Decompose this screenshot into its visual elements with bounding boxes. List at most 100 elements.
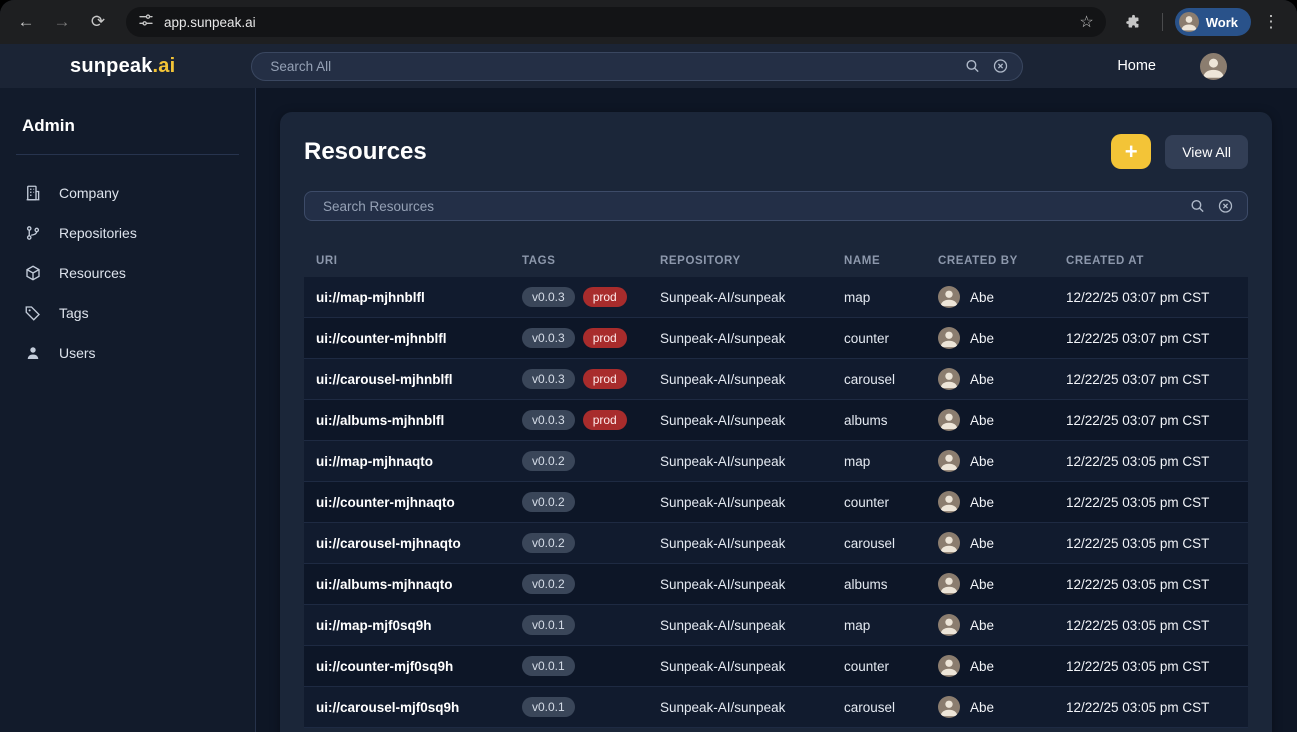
building-icon xyxy=(24,184,42,202)
resource-name: counter xyxy=(844,331,938,346)
bookmark-star-icon[interactable]: ☆ xyxy=(1079,12,1093,32)
reload-icon[interactable]: ⟳ xyxy=(82,6,114,38)
resource-uri[interactable]: ui://carousel-mjf0sq9h xyxy=(316,700,522,715)
column-header-created-at: CREATED AT xyxy=(1066,255,1236,267)
resource-tags: v0.0.2 xyxy=(522,574,660,594)
resource-uri[interactable]: ui://map-mjhnblfl xyxy=(316,290,522,305)
created-by-name: Abe xyxy=(970,372,994,387)
created-by-name: Abe xyxy=(970,413,994,428)
resource-created-at: 12/22/25 03:07 pm CST xyxy=(1066,290,1236,305)
version-badge: v0.0.3 xyxy=(522,287,575,307)
avatar xyxy=(938,655,960,677)
browser-toolbar: ← → ⟳ app.sunpeak.ai ☆ Work xyxy=(0,0,1297,44)
resource-repository: Sunpeak-AI/sunpeak xyxy=(660,700,844,715)
resource-uri[interactable]: ui://carousel-mjhnaqto xyxy=(316,536,522,551)
home-link[interactable]: Home xyxy=(1117,58,1156,74)
table-header: URI TAGS REPOSITORY NAME CREATED BY CREA… xyxy=(304,245,1248,277)
table-row[interactable]: ui://counter-mjhnblfl v0.0.3prod Sunpeak… xyxy=(304,318,1248,359)
avatar xyxy=(938,532,960,554)
resource-created-by: Abe xyxy=(938,573,1066,595)
resource-repository: Sunpeak-AI/sunpeak xyxy=(660,331,844,346)
resource-tags: v0.0.3prod xyxy=(522,369,660,389)
resource-uri[interactable]: ui://albums-mjhnaqto xyxy=(316,577,522,592)
resource-created-by: Abe xyxy=(938,327,1066,349)
version-badge: v0.0.3 xyxy=(522,369,575,389)
prod-badge: prod xyxy=(583,328,627,348)
back-icon[interactable]: ← xyxy=(10,6,42,38)
table-row[interactable]: ui://counter-mjf0sq9h v0.0.1 Sunpeak-AI/… xyxy=(304,646,1248,687)
resource-created-at: 12/22/25 03:05 pm CST xyxy=(1066,454,1236,469)
extensions-icon[interactable] xyxy=(1118,6,1150,38)
version-badge: v0.0.1 xyxy=(522,656,575,676)
profile-chip[interactable]: Work xyxy=(1175,8,1251,36)
sidebar-item-repositories[interactable]: Repositories xyxy=(0,213,255,253)
created-by-name: Abe xyxy=(970,618,994,633)
sidebar-item-resources[interactable]: Resources xyxy=(0,253,255,293)
url-text[interactable]: app.sunpeak.ai xyxy=(164,15,1069,30)
column-header-created-by: CREATED BY xyxy=(938,255,1066,267)
resource-name: albums xyxy=(844,413,938,428)
resource-created-at: 12/22/25 03:05 pm CST xyxy=(1066,659,1236,674)
resource-created-at: 12/22/25 03:07 pm CST xyxy=(1066,413,1236,428)
sidebar-item-tags[interactable]: Tags xyxy=(0,293,255,333)
column-header-uri: URI xyxy=(316,255,522,267)
logo[interactable]: sunpeak.ai xyxy=(70,55,175,78)
view-all-button[interactable]: View All xyxy=(1165,135,1248,169)
resource-name: carousel xyxy=(844,372,938,387)
url-bar[interactable]: app.sunpeak.ai ☆ xyxy=(126,7,1106,37)
prod-badge: prod xyxy=(583,410,627,430)
resources-table: URI TAGS REPOSITORY NAME CREATED BY CREA… xyxy=(304,245,1248,728)
logo-accent: .ai xyxy=(153,55,176,77)
created-by-name: Abe xyxy=(970,659,994,674)
clear-search-icon[interactable] xyxy=(1217,198,1234,215)
forward-icon[interactable]: → xyxy=(46,6,78,38)
resource-uri[interactable]: ui://counter-mjhnblfl xyxy=(316,331,522,346)
version-badge: v0.0.3 xyxy=(522,410,575,430)
table-row[interactable]: ui://albums-mjhnblfl v0.0.3prod Sunpeak-… xyxy=(304,400,1248,441)
resource-created-at: 12/22/25 03:05 pm CST xyxy=(1066,495,1236,510)
sidebar-item-company[interactable]: Company xyxy=(0,173,255,213)
resource-name: albums xyxy=(844,577,938,592)
avatar xyxy=(938,696,960,718)
table-row[interactable]: ui://counter-mjhnaqto v0.0.2 Sunpeak-AI/… xyxy=(304,482,1248,523)
search-icon[interactable] xyxy=(1189,198,1206,215)
resource-tags: v0.0.2 xyxy=(522,492,660,512)
version-badge: v0.0.2 xyxy=(522,533,575,553)
resource-created-by: Abe xyxy=(938,655,1066,677)
site-settings-icon[interactable] xyxy=(138,12,154,33)
table-row[interactable]: ui://albums-mjhnaqto v0.0.2 Sunpeak-AI/s… xyxy=(304,564,1248,605)
profile-label: Work xyxy=(1206,15,1238,30)
resource-uri[interactable]: ui://counter-mjhnaqto xyxy=(316,495,522,510)
resources-search-input[interactable] xyxy=(304,191,1248,221)
resource-created-by: Abe xyxy=(938,368,1066,390)
resource-uri[interactable]: ui://map-mjf0sq9h xyxy=(316,618,522,633)
global-search-input[interactable] xyxy=(251,52,1023,81)
table-row[interactable]: ui://carousel-mjhnaqto v0.0.2 Sunpeak-AI… xyxy=(304,523,1248,564)
table-row[interactable]: ui://map-mjhnaqto v0.0.2 Sunpeak-AI/sunp… xyxy=(304,441,1248,482)
resource-tags: v0.0.1 xyxy=(522,656,660,676)
created-by-name: Abe xyxy=(970,536,994,551)
prod-badge: prod xyxy=(583,287,627,307)
table-row[interactable]: ui://map-mjhnblfl v0.0.3prod Sunpeak-AI/… xyxy=(304,277,1248,318)
table-row[interactable]: ui://map-mjf0sq9h v0.0.1 Sunpeak-AI/sunp… xyxy=(304,605,1248,646)
search-icon[interactable] xyxy=(964,58,981,75)
resource-uri[interactable]: ui://map-mjhnaqto xyxy=(316,454,522,469)
resource-tags: v0.0.3prod xyxy=(522,328,660,348)
app-header: sunpeak.ai Home xyxy=(0,44,1297,88)
resource-uri[interactable]: ui://albums-mjhnblfl xyxy=(316,413,522,428)
browser-menu-icon[interactable]: ⋮ xyxy=(1255,6,1287,38)
version-badge: v0.0.2 xyxy=(522,574,575,594)
created-by-name: Abe xyxy=(970,495,994,510)
add-resource-button[interactable]: + xyxy=(1111,134,1151,169)
main-content: Resources + View All xyxy=(256,88,1297,732)
table-row[interactable]: ui://carousel-mjhnblfl v0.0.3prod Sunpea… xyxy=(304,359,1248,400)
user-avatar[interactable] xyxy=(1200,53,1227,80)
sidebar-item-users[interactable]: Users xyxy=(0,333,255,373)
toolbar-divider xyxy=(1162,13,1163,31)
sidebar-item-label: Resources xyxy=(59,265,126,281)
resource-uri[interactable]: ui://counter-mjf0sq9h xyxy=(316,659,522,674)
resource-uri[interactable]: ui://carousel-mjhnblfl xyxy=(316,372,522,387)
resource-created-by: Abe xyxy=(938,286,1066,308)
clear-search-icon[interactable] xyxy=(992,58,1009,75)
table-row[interactable]: ui://carousel-mjf0sq9h v0.0.1 Sunpeak-AI… xyxy=(304,687,1248,728)
